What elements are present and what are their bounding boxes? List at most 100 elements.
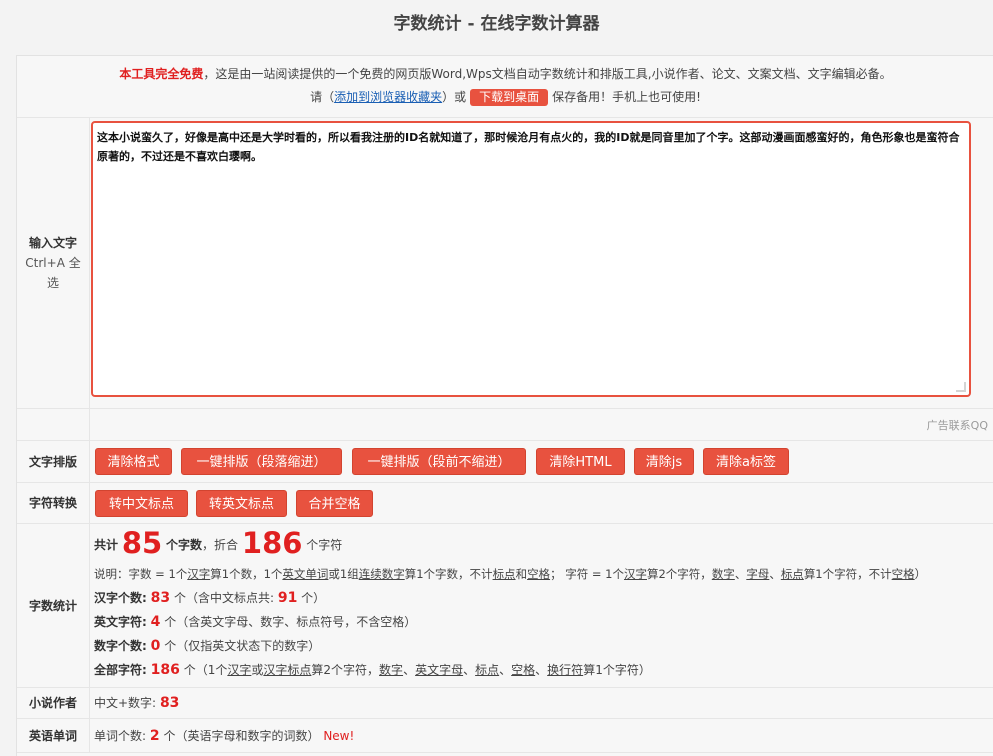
ex-b: 算1个数，1个 <box>210 567 283 581</box>
hanzi-note-a: （含中文标点共: <box>185 591 275 605</box>
num-label: 数字个数: <box>94 639 147 653</box>
auto-layout-indent-button[interactable]: 一键排版（段落缩进） <box>181 448 342 475</box>
ex-hanzi2: 汉字 <box>623 567 647 581</box>
stats-label: 字数统计 <box>17 524 90 687</box>
all-count: 186 <box>150 662 180 678</box>
ex-d: 算1个字数，不计 <box>404 567 493 581</box>
num-note: （仅指英文状态下的数字） <box>176 639 321 653</box>
all-char-line: 全部字符: 186 个（1个汉字或汉字标点算2个字符，数字、英文字母、标点、空格… <box>94 661 651 678</box>
all-note-space: 空格 <box>511 663 536 677</box>
char-unit: 个字符 <box>306 538 343 552</box>
intro-line-1: 本工具完全免费，这是由一站阅读提供的一个免费的网页版Word,Wps文档自动字数… <box>17 65 993 82</box>
ad-content: 广告联系QQ <box>90 409 993 440</box>
english-note: （英语字母和数字的词数） <box>175 729 320 743</box>
layout-label: 文字排版 <box>17 441 90 482</box>
ex-letter: 字母 <box>746 567 770 581</box>
ex-e: 和 <box>515 567 528 581</box>
novel-text: 中文+数字: <box>94 696 157 710</box>
convert-label: 字符转换 <box>17 483 90 523</box>
hanzi-count: 83 <box>150 590 171 606</box>
to-english-punct-button[interactable]: 转英文标点 <box>196 490 287 517</box>
ad-label-empty <box>17 409 90 440</box>
intro-or: ）或 <box>442 90 467 104</box>
num-unit: 个 <box>164 639 177 653</box>
ex-punct: 标点 <box>492 567 516 581</box>
all-note-g: 、 <box>535 663 548 677</box>
stats-row: 字数统计 共计 85 个字数，折合 186 个字符 说明：字数 = 1个汉字算1… <box>17 524 993 688</box>
input-row: 输入文字 Ctrl+A 全选 这本小说蛮久了，好像是高中还是大学时看的，所以看我… <box>17 118 993 409</box>
english-unit: 个 <box>163 729 176 743</box>
input-content: 这本小说蛮久了，好像是高中还是大学时看的，所以看我注册的ID名就知道了，那时候沧… <box>90 118 993 408</box>
total-prefix: 共计 <box>94 538 119 552</box>
auto-layout-no-indent-button[interactable]: 一键排版（段前不缩进） <box>352 448 526 475</box>
tool-panel: 本工具完全免费，这是由一站阅读提供的一个免费的网页版Word,Wps文档自动字数… <box>16 55 993 756</box>
all-note-b: 或 <box>251 663 264 677</box>
text-input[interactable]: 这本小说蛮久了，好像是高中还是大学时看的，所以看我注册的ID名就知道了，那时候沧… <box>91 121 971 397</box>
all-note-hanzi: 汉字 <box>227 663 252 677</box>
english-line: 单词个数: 2 个（英语字母和数字的词数） New! <box>94 727 354 744</box>
ex-f: ； 字符 = 1个 <box>550 567 624 581</box>
layout-buttons: 清除格式 一键排版（段落缩进） 一键排版（段前不缩进） 清除HTML 清除js … <box>90 441 993 482</box>
number-line: 数字个数: 0 个（仅指英文状态下的数字） <box>94 637 320 654</box>
english-count: 2 <box>149 728 160 744</box>
ex-digits: 连续数字 <box>358 567 405 581</box>
ex-punct2: 标点 <box>780 567 804 581</box>
clear-js-button[interactable]: 清除js <box>634 448 694 475</box>
english-char-line: 英文字符: 4 个（含英文字母、数字、标点符号，不含空格） <box>94 613 416 630</box>
input-label-title: 输入文字 <box>28 236 77 250</box>
page-title: 字数统计 - 在线字数计算器 <box>393 14 600 34</box>
hanzi-punct-count: 91 <box>277 590 298 606</box>
ex-h: 、 <box>734 567 747 581</box>
char-count: 186 <box>241 526 303 560</box>
all-note-f: 、 <box>499 663 512 677</box>
ad-contact-link[interactable]: 广告联系QQ <box>927 417 988 433</box>
clear-html-button[interactable]: 清除HTML <box>536 448 625 475</box>
intro-line-2: 请（添加到浏览器收藏夹）或 下载到桌面 保存备用！手机上也可使用! <box>17 88 993 106</box>
ex-hanzi: 汉字 <box>187 567 211 581</box>
download-desktop-button[interactable]: 下载到桌面 <box>470 89 549 106</box>
layout-row: 文字排版 清除格式 一键排版（段落缩进） 一键排版（段前不缩进） 清除HTML … <box>17 441 993 483</box>
free-notice: 本工具完全免费 <box>119 67 204 81</box>
novel-label: 小说作者 <box>17 688 90 718</box>
all-note-c: 算2个字符， <box>311 663 380 677</box>
english-label: 英语单词 <box>17 719 90 752</box>
clear-format-button[interactable]: 清除格式 <box>95 448 172 475</box>
input-label: 输入文字 Ctrl+A 全选 <box>17 118 90 408</box>
all-note-enletter: 英文字母 <box>415 663 464 677</box>
stats-content: 共计 85 个字数，折合 186 个字符 说明：字数 = 1个汉字算1个数，1个… <box>90 524 993 687</box>
to-chinese-punct-button[interactable]: 转中文标点 <box>95 490 188 517</box>
all-note-a: （1个 <box>195 663 228 677</box>
ex-a: 说明：字数 = 1个 <box>94 567 188 581</box>
novel-row: 小说作者 中文+数字: 83 <box>17 688 993 719</box>
num-count: 0 <box>150 638 161 654</box>
all-note-hzpunct: 汉字标点 <box>263 663 312 677</box>
fold-text: ，折合 <box>202 538 239 552</box>
intro-please: 请（ <box>310 90 335 104</box>
add-favorites-link[interactable]: 添加到浏览器收藏夹 <box>334 90 442 104</box>
word-count: 85 <box>121 526 163 560</box>
ex-space: 空格 <box>527 567 551 581</box>
english-row: 英语单词 单词个数: 2 个（英语字母和数字的词数） New! <box>17 719 993 753</box>
clear-a-tag-button[interactable]: 清除a标签 <box>703 448 789 475</box>
all-note-punct: 标点 <box>475 663 500 677</box>
en-note: （含英文字母、数字、标点符号，不含空格） <box>176 615 417 629</box>
novel-content: 中文+数字: 83 <box>90 688 993 718</box>
ex-g: 算2个字符， <box>646 567 712 581</box>
word-unit: 个字数 <box>166 538 203 552</box>
intro-row: 本工具完全免费，这是由一站阅读提供的一个免费的网页版Word,Wps文档自动字数… <box>17 56 993 118</box>
hanzi-line: 汉字个数: 83 个（含中文标点共: 91 个） <box>94 589 325 606</box>
merge-spaces-button[interactable]: 合并空格 <box>296 490 373 517</box>
save-tip: 保存备用！手机上也可使用! <box>552 90 701 104</box>
ex-num: 数字 <box>711 567 735 581</box>
all-note-e: 、 <box>463 663 476 677</box>
ex-c: 或1组 <box>328 567 359 581</box>
ex-space2: 空格 <box>891 567 915 581</box>
ex-enword: 英文单词 <box>282 567 329 581</box>
hanzi-label: 汉字个数: <box>94 591 147 605</box>
intro-description: ，这是由一站阅读提供的一个免费的网页版Word,Wps文档自动字数统计和排版工具… <box>203 67 892 81</box>
resize-grip-icon[interactable] <box>956 382 966 392</box>
all-note-d: 、 <box>403 663 416 677</box>
all-label: 全部字符: <box>94 663 147 677</box>
text-input-value: 这本小说蛮久了，好像是高中还是大学时看的，所以看我注册的ID名就知道了，那时候沧… <box>97 131 960 163</box>
total-line: 共计 85 个字数，折合 186 个字符 <box>94 526 342 560</box>
